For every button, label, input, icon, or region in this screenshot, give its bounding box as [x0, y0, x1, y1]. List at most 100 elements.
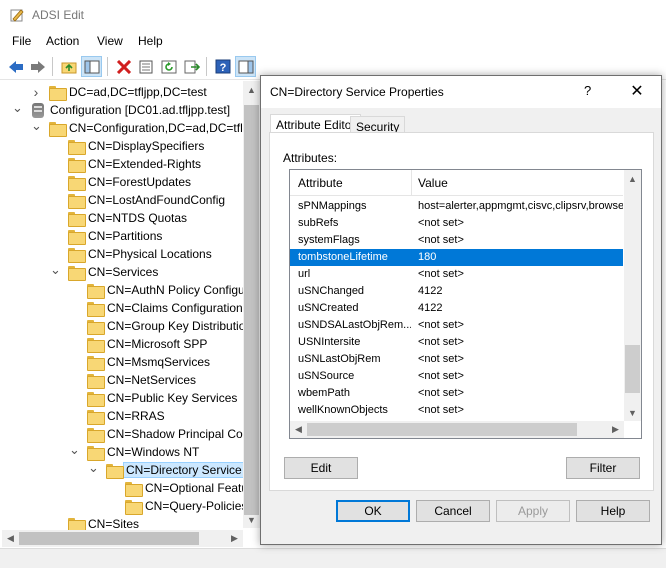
scroll-up-icon[interactable]: ▲: [243, 81, 260, 98]
dialog-help-icon[interactable]: ?: [584, 83, 591, 98]
menu-view[interactable]: View: [95, 34, 125, 48]
tree-item[interactable]: › DC=ad,DC=tfljpp,DC=test: [31, 83, 207, 101]
tree-item[interactable]: ›CN=Extended-Rights: [50, 155, 201, 173]
tree-item[interactable]: ⌄ CN=Directory Service: [88, 461, 245, 479]
back-icon[interactable]: [5, 56, 26, 77]
window-title: ADSI Edit: [32, 8, 85, 22]
scroll-right-icon[interactable]: ▶: [226, 530, 243, 547]
tree-item[interactable]: ›CN=Physical Locations: [50, 245, 212, 263]
help-icon[interactable]: ?: [212, 56, 233, 77]
edit-button[interactable]: Edit: [284, 457, 358, 479]
chevron-down-icon[interactable]: ⌄: [12, 101, 23, 115]
tree-vertical-scrollbar[interactable]: ▲ ▼: [243, 81, 260, 528]
attribute-row[interactable]: uSNChanged 4122: [290, 283, 623, 300]
tree-item[interactable]: ›CN=DisplaySpecifiers: [50, 137, 204, 155]
attribute-row[interactable]: systemFlags <not set>: [290, 232, 623, 249]
tree-item[interactable]: ›CN=MsmqServices: [69, 353, 210, 371]
attribute-value: 180: [418, 251, 437, 263]
chevron-down-icon[interactable]: ⌄: [50, 263, 61, 277]
attribute-row[interactable]: tombstoneLifetime 180: [290, 249, 623, 266]
cancel-button[interactable]: Cancel: [416, 500, 490, 522]
up-folder-icon[interactable]: [58, 56, 79, 77]
tree-item[interactable]: ›CN=Query-Policies: [107, 497, 247, 515]
menu-help[interactable]: Help: [136, 34, 165, 48]
scroll-thumb[interactable]: [19, 532, 199, 545]
help-button[interactable]: Help: [576, 500, 650, 522]
scroll-right-icon[interactable]: ▶: [607, 421, 624, 438]
dialog-close-icon[interactable]: ✕: [626, 81, 648, 103]
dialog-title-bar: CN=Directory Service Properties ? ✕: [261, 76, 661, 108]
ok-button[interactable]: OK: [336, 500, 410, 522]
tree-item[interactable]: ⌄ CN=Windows NT: [69, 443, 199, 461]
tree-item-label: CN=Query-Policies: [145, 499, 248, 513]
chevron-down-icon[interactable]: ⌄: [69, 443, 80, 457]
tree-item[interactable]: ›CN=NTDS Quotas: [50, 209, 187, 227]
tree-item[interactable]: ›CN=RRAS: [69, 407, 165, 425]
tree-item-label: CN=MsmqServices: [107, 355, 211, 369]
attribute-row[interactable]: uSNLastObjRem <not set>: [290, 351, 623, 368]
tree-item-label: CN=Directory Service: [123, 462, 245, 478]
attribute-row[interactable]: uSNDSALastObjRem... <not set>: [290, 317, 623, 334]
attribute-row[interactable]: subRefs <not set>: [290, 215, 623, 232]
tree-item[interactable]: ›CN=Group Key Distributio: [69, 317, 245, 335]
attribute-row[interactable]: uSNCreated 4122: [290, 300, 623, 317]
attributes-vertical-scrollbar[interactable]: ▲ ▼: [624, 170, 641, 421]
refresh-icon[interactable]: [158, 56, 179, 77]
folder-icon: [87, 319, 105, 335]
export-list-icon[interactable]: [181, 56, 202, 77]
tree-item[interactable]: ⌄ CN=Configuration,DC=ad,DC=tfl: [31, 119, 243, 137]
menu-file[interactable]: File: [10, 34, 33, 48]
tree-item[interactable]: ›CN=Public Key Services: [69, 389, 237, 407]
scroll-down-icon[interactable]: ▼: [243, 511, 260, 528]
tree-item[interactable]: ›CN=Shadow Principal Cor: [69, 425, 247, 443]
folder-icon: [68, 175, 86, 191]
tree-item-label: CN=Windows NT: [107, 445, 200, 459]
scroll-up-icon[interactable]: ▲: [624, 170, 641, 187]
forward-icon[interactable]: [27, 56, 48, 77]
folder-icon: [49, 85, 67, 101]
attribute-value: 4122: [418, 285, 443, 297]
scroll-thumb[interactable]: [307, 423, 577, 436]
scroll-thumb[interactable]: [625, 345, 640, 393]
attribute-row[interactable]: url <not set>: [290, 266, 623, 283]
chevron-down-icon[interactable]: ⌄: [88, 461, 99, 475]
tree-item[interactable]: ›CN=Microsoft SPP: [69, 335, 207, 353]
menu-action[interactable]: Action: [44, 34, 81, 48]
attribute-row[interactable]: wellKnownObjects <not set>: [290, 402, 623, 419]
filter-button[interactable]: Filter: [566, 457, 640, 479]
tree-item[interactable]: ›CN=Optional Featu: [107, 479, 248, 497]
tree-item[interactable]: ›CN=Claims Configuration: [69, 299, 243, 317]
tree-horizontal-scrollbar[interactable]: ◀ ▶: [2, 530, 243, 547]
attribute-row[interactable]: USNIntersite <not set>: [290, 334, 623, 351]
chevron-down-icon[interactable]: ⌄: [31, 119, 42, 133]
attribute-row[interactable]: uSNSource <not set>: [290, 368, 623, 385]
chevron-right-icon[interactable]: ›: [31, 85, 41, 99]
attribute-row[interactable]: wbemPath <not set>: [290, 385, 623, 402]
folder-icon: [68, 211, 86, 227]
tree-item[interactable]: ›CN=NetServices: [69, 371, 196, 389]
attribute-value: <not set>: [418, 234, 464, 246]
tree-item[interactable]: ›CN=AuthN Policy Configu: [69, 281, 245, 299]
attribute-value: <not set>: [418, 370, 464, 382]
tree-item[interactable]: ⌄ Configuration [DC01.ad.tfljpp.test]: [12, 101, 230, 119]
tree-item[interactable]: ›CN=LostAndFoundConfig: [50, 191, 225, 209]
attribute-value: <not set>: [418, 404, 464, 416]
properties-icon[interactable]: [135, 56, 156, 77]
column-divider[interactable]: [411, 170, 412, 196]
scroll-thumb[interactable]: [244, 105, 259, 515]
column-header-attribute[interactable]: Attribute: [298, 176, 343, 190]
scroll-left-icon[interactable]: ◀: [290, 421, 307, 438]
tree-item[interactable]: ›CN=Partitions: [50, 227, 162, 245]
tree-item[interactable]: ›CN=ForestUpdates: [50, 173, 191, 191]
tree-item[interactable]: ⌄ CN=Services: [50, 263, 158, 281]
apply-button[interactable]: Apply: [496, 500, 570, 522]
scroll-left-icon[interactable]: ◀: [2, 530, 19, 547]
attributes-horizontal-scrollbar[interactable]: ◀ ▶: [290, 421, 624, 438]
column-header-value[interactable]: Value: [418, 176, 448, 190]
tree-item-label: CN=Microsoft SPP: [107, 337, 208, 351]
show-hide-tree-icon[interactable]: [81, 56, 102, 77]
delete-icon[interactable]: [113, 56, 134, 77]
scroll-down-icon[interactable]: ▼: [624, 404, 641, 421]
attribute-row[interactable]: sPNMappings host=alerter,appmgmt,cisvc,cl…: [290, 198, 623, 215]
show-action-pane-icon[interactable]: [235, 56, 256, 77]
